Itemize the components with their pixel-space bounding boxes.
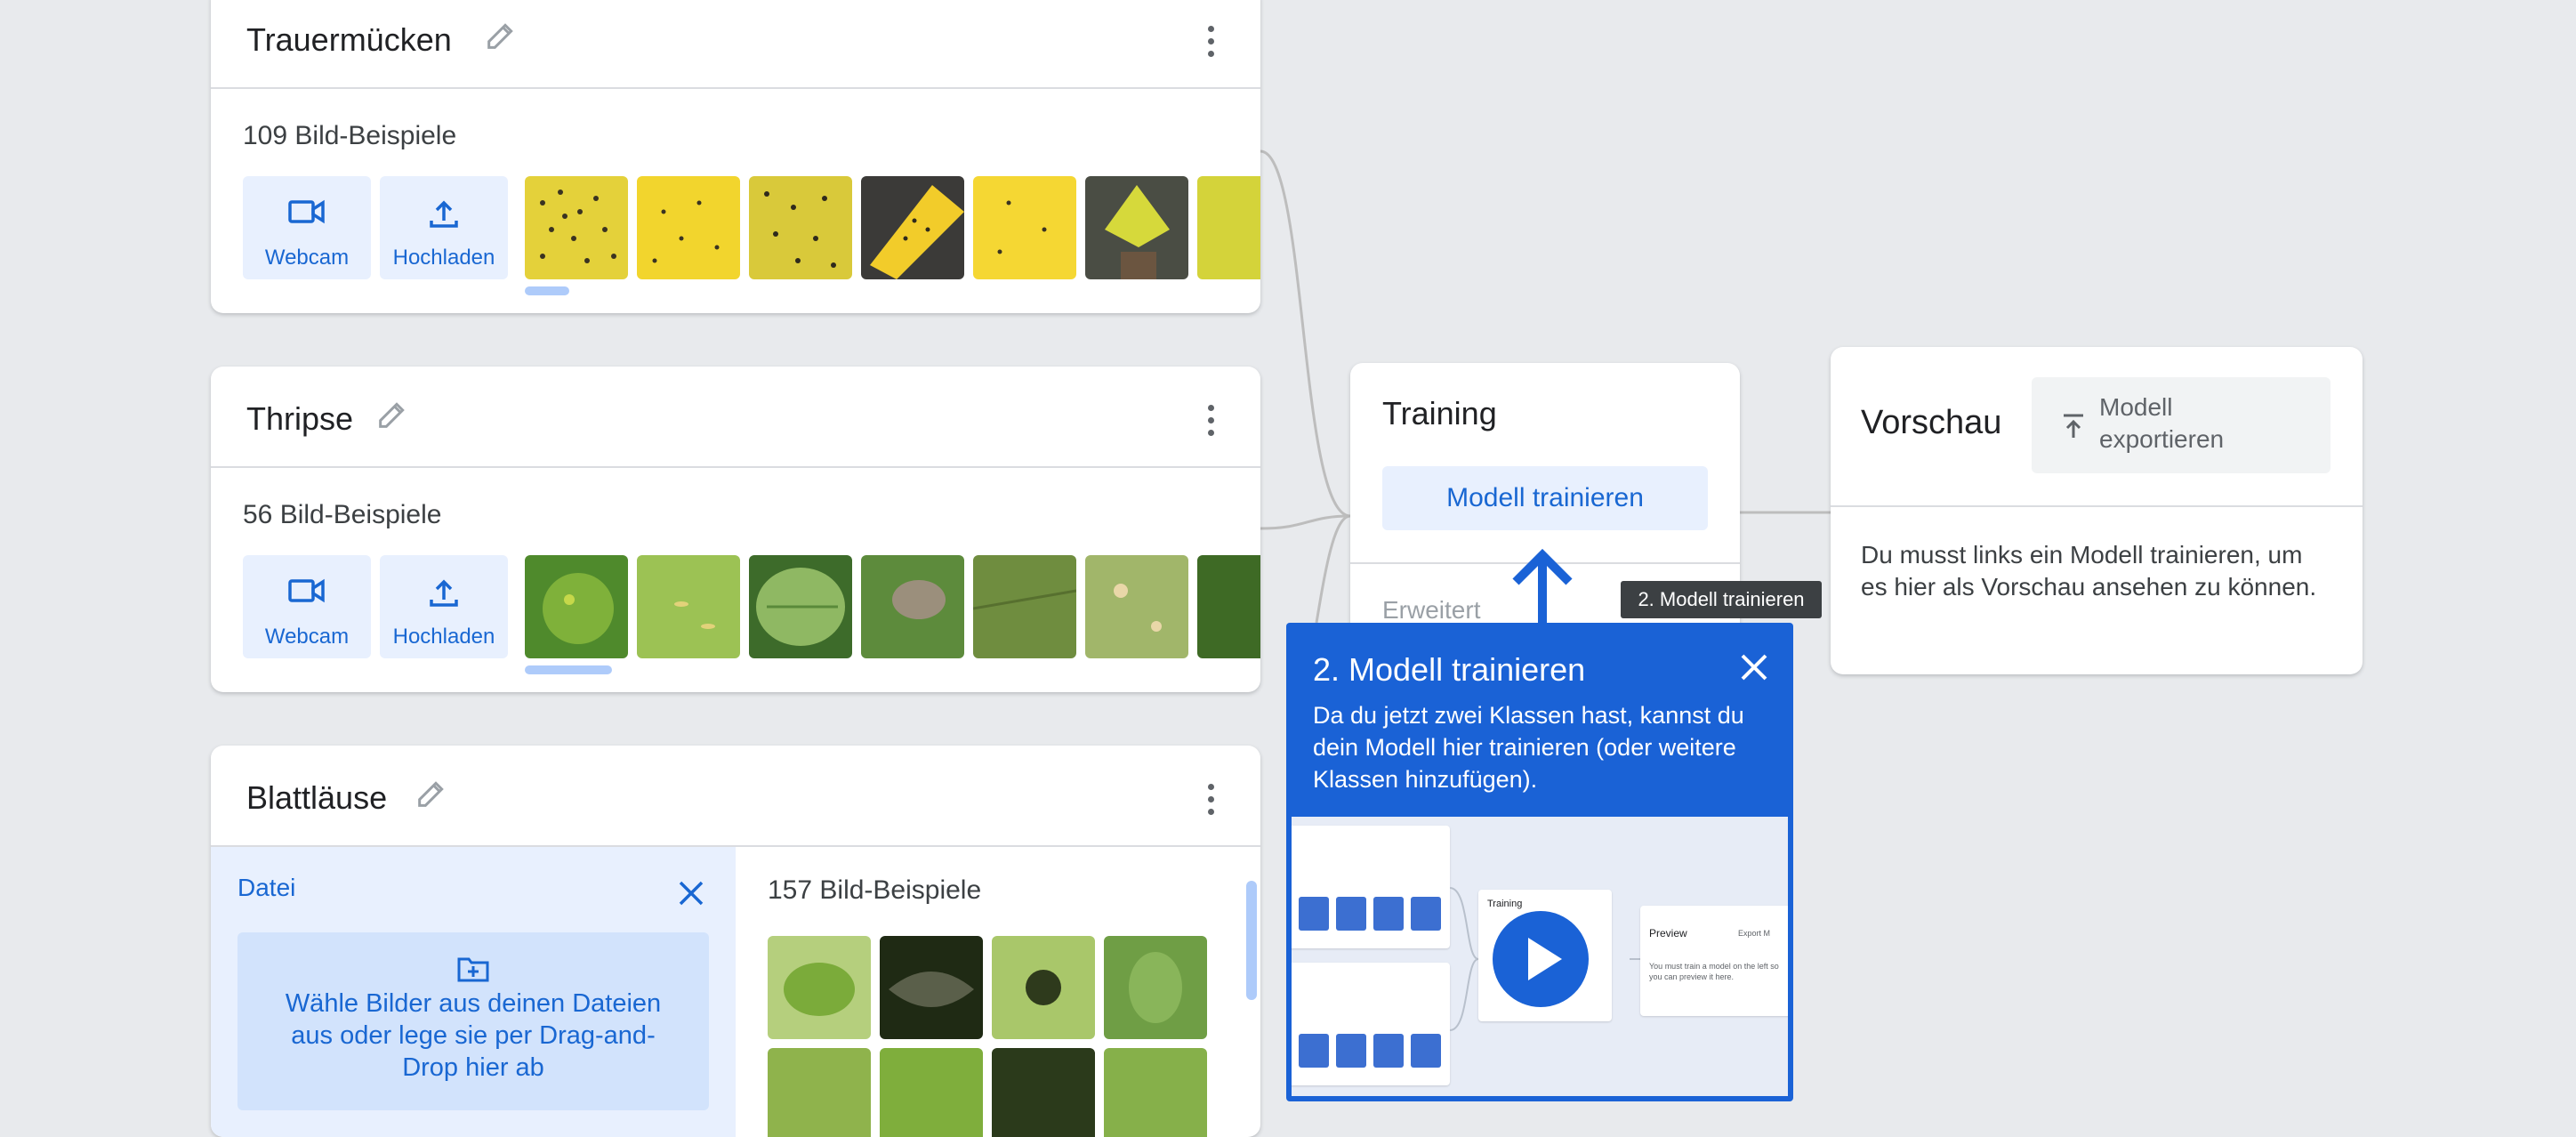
file-panel-title: Datei	[237, 874, 296, 901]
upload-icon	[430, 200, 458, 228]
sample-thumbnail[interactable]	[749, 555, 852, 658]
file-upload-panel: Datei Wähle Bilder aus deinen Dateien au…	[211, 847, 736, 1137]
sample-thumbnail[interactable]	[1085, 555, 1188, 658]
sample-thumbnail[interactable]	[525, 176, 628, 279]
webcam-button[interactable]: Webcam	[243, 555, 371, 658]
sample-thumbnail[interactable]	[992, 1048, 1095, 1137]
folder-add-icon	[457, 957, 489, 982]
preview-title: Vorschau	[1861, 404, 2002, 441]
sample-thumbnail[interactable]	[1104, 936, 1207, 1039]
class-header: Trauermücken	[211, 0, 1260, 89]
sample-thumbnail[interactable]	[861, 555, 964, 658]
coachmark-dialog: 2. Modell trainieren Da du jetzt zwei Kl…	[1286, 623, 1793, 1101]
sample-thumbnail[interactable]	[973, 176, 1076, 279]
edit-pencil-icon[interactable]	[414, 776, 449, 811]
sample-count: 56 Bild-Beispiele	[243, 500, 442, 529]
webcam-button[interactable]: Webcam	[243, 176, 371, 279]
export-model-button[interactable]: Modell exportieren	[2032, 377, 2330, 473]
class-name[interactable]: Thripse	[246, 400, 353, 438]
preview-card: Vorschau Modell exportieren Du musst lin…	[1831, 347, 2363, 674]
divider	[1831, 505, 2363, 507]
play-button[interactable]	[1493, 911, 1589, 1007]
videocam-icon	[288, 199, 325, 224]
close-icon[interactable]	[677, 879, 705, 907]
class-card-thripse: Thripse 56 Bild-Beispiele Webcam Hochlad…	[211, 367, 1260, 692]
sample-thumbnail[interactable]	[1104, 1048, 1207, 1137]
class-name[interactable]: Trauermücken	[246, 21, 452, 59]
sample-thumbnail[interactable]	[749, 176, 852, 279]
sample-thumbnail[interactable]	[992, 936, 1095, 1039]
file-dropzone[interactable]: Wähle Bilder aus deinen Dateien aus oder…	[237, 932, 709, 1110]
class-name[interactable]: Blattläuse	[246, 779, 387, 817]
sample-thumbnail[interactable]	[637, 176, 740, 279]
upload-button[interactable]: Hochladen	[380, 555, 508, 658]
play-icon	[1528, 938, 1562, 980]
sample-thumbnail[interactable]	[768, 1048, 871, 1137]
edit-pencil-icon[interactable]	[483, 18, 519, 53]
more-vert-icon[interactable]	[1205, 402, 1216, 438]
sample-count: 157 Bild-Beispiele	[768, 875, 982, 905]
sample-thumbnail[interactable]	[1197, 555, 1260, 658]
class-card-blattlaeuse: Blattläuse Datei Wähle Bilder aus deinen…	[211, 746, 1260, 1137]
train-model-button[interactable]: Modell trainieren	[1382, 466, 1708, 530]
sample-thumbnail[interactable]	[1197, 176, 1260, 279]
coachmark-body: Da du jetzt zwei Klassen hast, kannst du…	[1313, 702, 1744, 793]
edit-pencil-icon[interactable]	[374, 397, 410, 432]
video-preview-card: Preview Export M You must train a model …	[1640, 906, 1788, 1016]
more-vert-icon[interactable]	[1205, 781, 1216, 817]
sample-thumbnail[interactable]	[637, 555, 740, 658]
step-tooltip: 2. Modell trainieren	[1621, 581, 1822, 618]
export-upload-icon	[2064, 414, 2083, 438]
tutorial-video[interactable]: Training Preview Export M You must train…	[1292, 817, 1788, 1096]
sample-thumbnail[interactable]	[973, 555, 1076, 658]
preview-message: Du musst links ein Modell trainieren, um…	[1861, 541, 2317, 601]
sample-thumbnail[interactable]	[1085, 176, 1188, 279]
thumbnail-scrollbar[interactable]	[525, 665, 612, 674]
training-title: Training	[1382, 395, 1497, 431]
sample-thumbnail[interactable]	[880, 1048, 983, 1137]
sample-thumbnail[interactable]	[861, 176, 964, 279]
sample-grid-scrollbar[interactable]	[1246, 881, 1257, 1000]
class-card-trauermuecken: Trauermücken 109 Bild-Beispiele Webcam H…	[211, 0, 1260, 313]
sample-thumbnail[interactable]	[525, 555, 628, 658]
thumbnail-scrollbar[interactable]	[525, 286, 569, 295]
sample-thumbnail[interactable]	[768, 936, 871, 1039]
videocam-icon	[288, 578, 325, 603]
more-vert-icon[interactable]	[1205, 23, 1216, 59]
coachmark-title: 2. Modell trainieren	[1313, 651, 1586, 688]
sample-thumbnail[interactable]	[880, 936, 983, 1039]
advanced-toggle[interactable]: Erweitert	[1382, 596, 1480, 625]
upload-icon	[430, 579, 458, 607]
class-header: Blattläuse	[211, 746, 1260, 847]
close-icon[interactable]	[1738, 651, 1770, 683]
sample-count: 109 Bild-Beispiele	[243, 121, 457, 150]
class-header: Thripse	[211, 367, 1260, 468]
arrow-up-icon	[1512, 548, 1573, 632]
upload-button[interactable]: Hochladen	[380, 176, 508, 279]
